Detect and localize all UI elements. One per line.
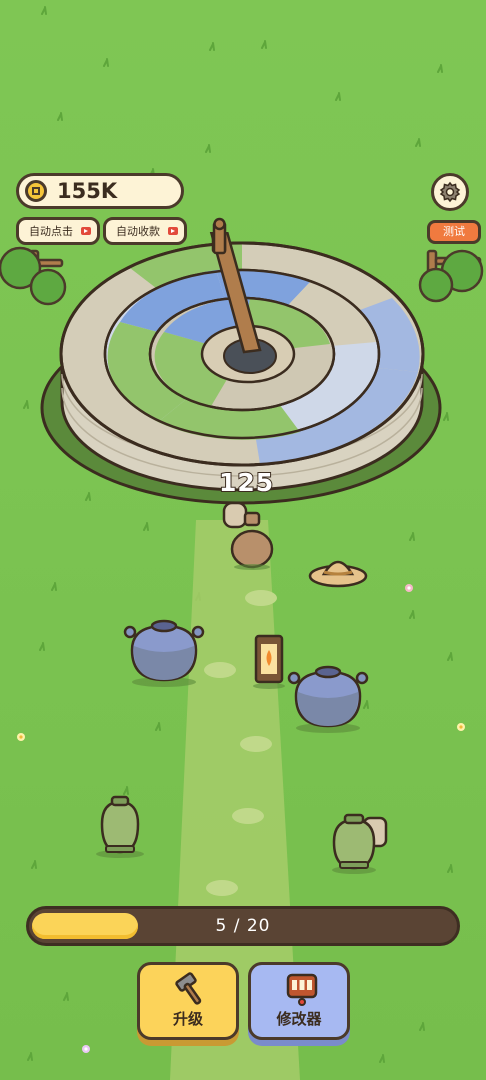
- auto-collect-label: 自动收款: [116, 225, 160, 238]
- test-button[interactable]: 测试: [427, 220, 481, 244]
- video-ad-icon: [81, 227, 91, 235]
- auto-collect-button[interactable]: 自动收款: [103, 217, 187, 245]
- sword-hilt: [212, 217, 227, 255]
- upgrade-label: 升级: [172, 1010, 203, 1028]
- hammer-icon: [175, 972, 202, 1005]
- modifier-label: 修改器: [276, 1010, 322, 1028]
- auto-click-button[interactable]: 自动点击: [16, 217, 100, 245]
- coin-icon: [25, 180, 47, 202]
- wave-progress-bar: 5 / 20: [26, 906, 460, 946]
- upgrade-button[interactable]: 升级: [137, 962, 239, 1040]
- coin-amount: 155K: [57, 179, 118, 203]
- blue-jar-right[interactable]: [286, 662, 370, 734]
- video-ad-icon: [168, 227, 178, 235]
- settings-button[interactable]: [431, 173, 469, 211]
- slot-machine-icon: [286, 973, 318, 1006]
- game-scene[interactable]: 125 155K 自动点击 自动收款 测试 5 / 20 升级 修改器: [0, 0, 486, 1080]
- straw-hat-item[interactable]: [306, 552, 370, 594]
- lantern-item[interactable]: [250, 632, 290, 690]
- green-vase-left[interactable]: [92, 794, 148, 860]
- green-vase-right[interactable]: [328, 810, 394, 876]
- modifier-button[interactable]: 修改器: [248, 962, 350, 1040]
- hero-character[interactable]: [214, 497, 276, 571]
- damage-number: 125: [218, 467, 275, 498]
- blue-jar-left[interactable]: [122, 616, 206, 688]
- auto-click-label: 自动点击: [29, 225, 73, 238]
- coin-counter: 155K: [16, 173, 184, 209]
- progress-text: 5 / 20: [215, 916, 271, 936]
- gear-icon: [439, 181, 461, 203]
